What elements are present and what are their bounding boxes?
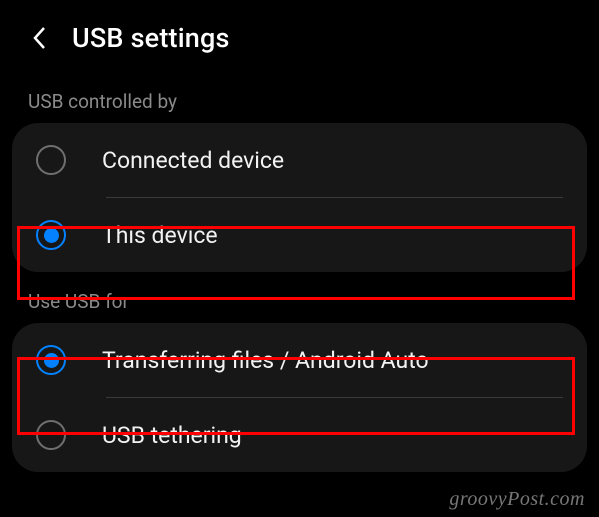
- card-controlled-by: Connected device This device: [12, 123, 587, 272]
- section-label-use-for: Use USB for: [0, 272, 599, 323]
- option-usb-tethering[interactable]: USB tethering: [12, 398, 587, 472]
- back-icon[interactable]: [28, 27, 50, 49]
- option-label: Connected device: [102, 147, 284, 174]
- watermark: groovyPost.com: [449, 488, 585, 511]
- header: USB settings: [0, 0, 599, 72]
- option-this-device[interactable]: This device: [12, 198, 587, 272]
- option-connected-device[interactable]: Connected device: [12, 123, 587, 197]
- radio-checked-icon: [36, 220, 66, 250]
- option-label: USB tethering: [102, 422, 242, 449]
- card-use-for: Transferring files / Android Auto USB te…: [12, 323, 587, 472]
- option-label: Transferring files / Android Auto: [102, 347, 429, 374]
- option-transferring-files[interactable]: Transferring files / Android Auto: [12, 323, 587, 397]
- radio-checked-icon: [36, 345, 66, 375]
- section-label-controlled-by: USB controlled by: [0, 72, 599, 123]
- option-label: This device: [102, 222, 218, 249]
- radio-unchecked-icon: [36, 145, 66, 175]
- page-title: USB settings: [72, 22, 230, 54]
- radio-unchecked-icon: [36, 420, 66, 450]
